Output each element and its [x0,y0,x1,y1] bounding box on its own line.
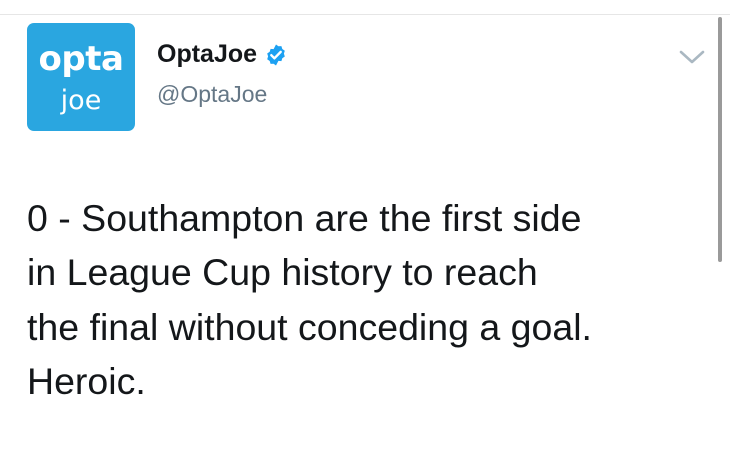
tweet-text: 0 - Southampton are the first side in Le… [27,197,592,402]
scrollbar[interactable] [718,17,722,262]
chevron-down-icon[interactable] [678,46,706,68]
tweet-card: opta joe OptaJoe @OptaJoe 0 - Southampto… [0,0,730,449]
author-name-row: OptaJoe [157,40,288,69]
author-handle[interactable]: @OptaJoe [157,81,267,108]
avatar[interactable]: opta joe [27,23,135,131]
author-display-name[interactable]: OptaJoe [157,40,257,69]
divider [0,14,730,15]
verified-badge-icon [267,44,285,65]
avatar-text-line2: joe [60,85,102,116]
avatar-text-line1: opta [38,39,124,79]
